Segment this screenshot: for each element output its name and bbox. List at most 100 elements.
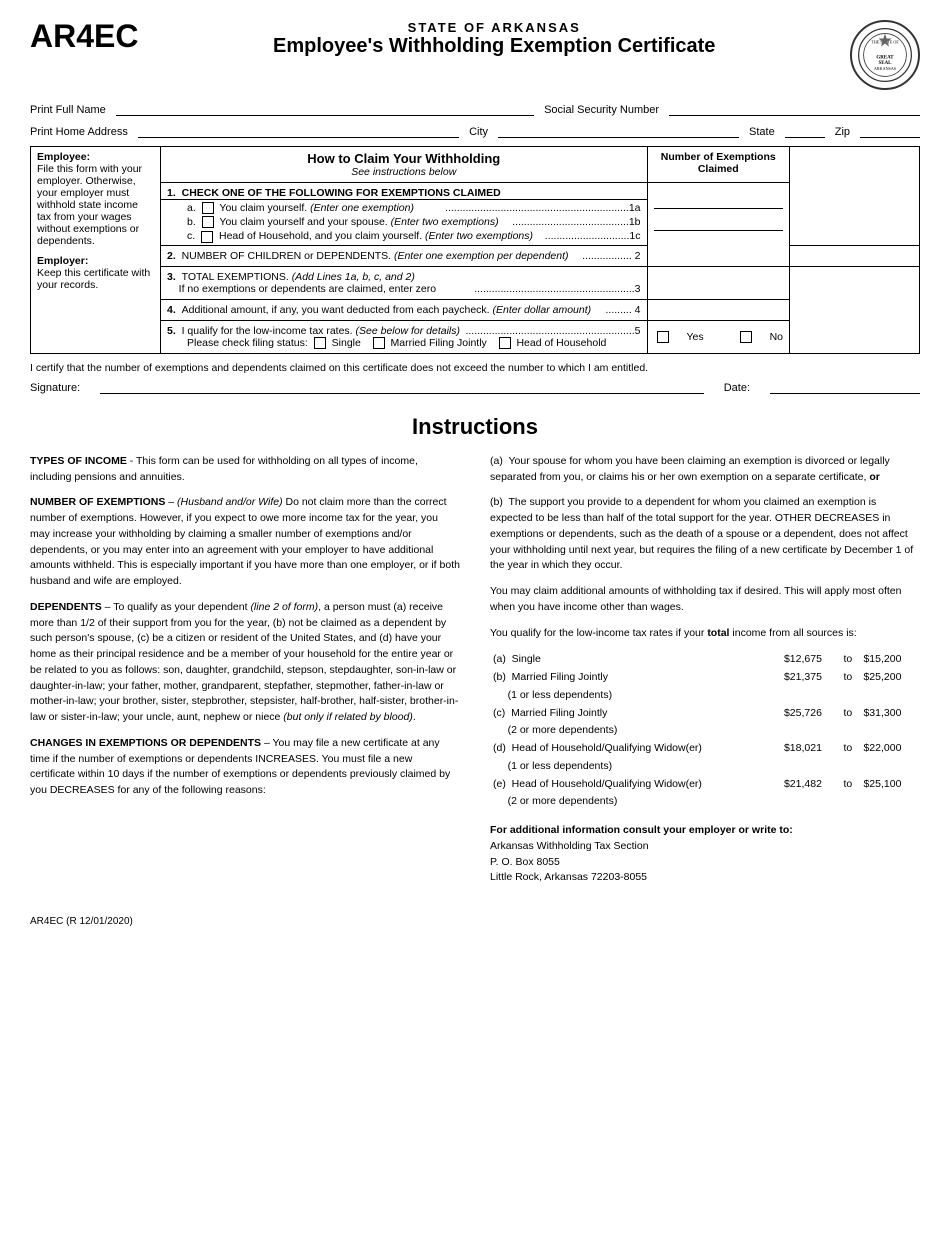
item2-italic: (Enter one exemption per dependent) xyxy=(394,250,569,262)
item1a-row: a. You claim yourself. (Enter one exempt… xyxy=(187,202,641,214)
income-to-d: to xyxy=(840,740,860,758)
income-from-e: $21,482 xyxy=(781,776,841,794)
contact-info: For additional information consult your … xyxy=(490,823,920,886)
date-field[interactable] xyxy=(770,378,920,394)
item1-header: 1. CHECK ONE OF THE FOLLOWING FOR EXEMPT… xyxy=(161,183,648,200)
svg-text:SEAL: SEAL xyxy=(879,61,893,66)
checkbox-yes[interactable] xyxy=(657,331,669,343)
yes-no-row: Yes No xyxy=(654,331,784,343)
checkbox-1c[interactable] xyxy=(201,231,213,243)
income-label-b2: (1 or less dependents) xyxy=(490,687,920,705)
contact-bold: For additional information consult your … xyxy=(490,824,793,836)
zip-field[interactable] xyxy=(860,122,920,138)
address-label: Print Home Address xyxy=(30,126,128,138)
income-row-d2: (1 or less dependents) xyxy=(490,758,920,776)
state-field[interactable] xyxy=(785,122,825,138)
income-from-d: $18,021 xyxy=(781,740,841,758)
dependents-italic2: (but only if related by blood) xyxy=(283,711,413,723)
income-end-b: $25,200 xyxy=(860,669,920,687)
exemption-1c-value[interactable] xyxy=(654,231,784,253)
types-of-income-para: TYPES OF INCOME - This form can be used … xyxy=(30,454,460,486)
checkbox-married[interactable] xyxy=(373,337,385,349)
contact-line3: Little Rock, Arkansas 72203-8055 xyxy=(490,871,647,883)
income-row-e: (e) Head of Household/Qualifying Widow(e… xyxy=(490,776,920,794)
dependents-heading: DEPENDENTS xyxy=(30,601,102,613)
income-row-c: (c) Married Filing Jointly $25,726 to $3… xyxy=(490,705,920,723)
item2-number: 2. xyxy=(167,250,176,262)
contact-line1: Arkansas Withholding Tax Section xyxy=(490,840,649,852)
income-to-a: to xyxy=(840,651,860,669)
changes-heading: CHANGES IN EXEMPTIONS OR DEPENDENTS xyxy=(30,737,261,749)
instructions-title: Instructions xyxy=(30,414,920,440)
item3-italic: (Add Lines 1a, b, c, and 2) xyxy=(292,271,415,283)
main-title: Employee's Withholding Exemption Certifi… xyxy=(148,35,840,58)
item3-ref: ........................................… xyxy=(474,283,640,295)
item2-row: 2. NUMBER OF CHILDREN or DEPENDENTS. (En… xyxy=(161,245,648,266)
city-field[interactable] xyxy=(498,122,739,138)
right-additional-para: You may claim additional amounts of with… xyxy=(490,584,920,616)
exemptions-header: Number of Exemptions Claimed xyxy=(661,151,776,175)
page-header: AR4EC STATE OF ARKANSAS Employee's Withh… xyxy=(30,20,920,90)
how-to-subtitle: See instructions below xyxy=(167,166,641,178)
income-label-a: (a) Single xyxy=(490,651,781,669)
dependents-para: DEPENDENTS – To qualify as your dependen… xyxy=(30,600,460,726)
income-from-a: $12,675 xyxy=(781,651,841,669)
checkbox-hoh[interactable] xyxy=(499,337,511,349)
changes-para: CHANGES IN EXEMPTIONS OR DEPENDENTS – Yo… xyxy=(30,736,460,799)
exemption-1b-value[interactable] xyxy=(654,209,784,231)
checkbox-1b[interactable] xyxy=(202,216,214,228)
item4-italic: (Enter dollar amount) xyxy=(493,304,592,316)
ssn-field[interactable] xyxy=(669,100,920,116)
dependents-italic: (line 2 of form) xyxy=(250,601,318,613)
item1b-italic: (Enter two exemptions) xyxy=(391,216,499,228)
certify-text: I certify that the number of exemptions … xyxy=(30,362,920,374)
item1-text: CHECK ONE OF THE FOLLOWING FOR EXEMPTION… xyxy=(182,187,501,199)
exemption-2-cell[interactable] xyxy=(790,245,920,266)
employer-body: Keep this certificate with your records. xyxy=(37,267,150,291)
right-qualify-para: You qualify for the low-income tax rates… xyxy=(490,626,920,642)
item3-number: 3. xyxy=(167,271,176,283)
income-end-d: $22,000 xyxy=(860,740,920,758)
item2-ref: ................. 2 xyxy=(582,250,640,262)
checkbox-single[interactable] xyxy=(314,337,326,349)
exemption-4-cell[interactable] xyxy=(647,299,790,320)
state-label: State xyxy=(749,126,775,138)
number-exemptions-italic: (Husband and/or Wife) xyxy=(177,496,283,508)
number-of-exemptions-para: NUMBER OF EXEMPTIONS – (Husband and/or W… xyxy=(30,495,460,590)
total-bold: total xyxy=(707,627,729,639)
instructions-section: Instructions TYPES OF INCOME - This form… xyxy=(30,414,920,896)
income-to-b: to xyxy=(840,669,860,687)
filing-status-label: Please check filing status: Single Marri… xyxy=(187,337,606,349)
income-row-a: (a) Single $12,675 to $15,200 xyxy=(490,651,920,669)
income-label-b: (b) Married Filing Jointly xyxy=(490,669,781,687)
item4-row: 4. Additional amount, if any, you want d… xyxy=(161,299,648,320)
income-from-b: $21,375 xyxy=(781,669,841,687)
checkbox-1a[interactable] xyxy=(202,202,214,214)
exemptions-header-cell: Number of Exemptions Claimed xyxy=(647,147,790,183)
item1b-ref: ........................................… xyxy=(512,216,640,228)
address-field[interactable] xyxy=(138,122,459,138)
income-row-b: (b) Married Filing Jointly $21,375 to $2… xyxy=(490,669,920,687)
income-label-c2: (2 or more dependents) xyxy=(490,722,920,740)
contact-line2: P. O. Box 8055 xyxy=(490,856,560,868)
footer: AR4EC (R 12/01/2020) xyxy=(30,916,920,927)
signature-field[interactable] xyxy=(100,378,704,394)
income-label-e2: (2 or more dependents) xyxy=(490,793,920,811)
signature-row: Signature: Date: xyxy=(30,378,920,394)
income-to-c: to xyxy=(840,705,860,723)
exemption-3-cell[interactable] xyxy=(647,266,790,299)
item1c-italic: (Enter two exemptions) xyxy=(425,230,533,242)
signature-label: Signature: xyxy=(30,382,80,394)
item4-ref: ......... 4 xyxy=(605,304,640,316)
item1c-ref: .............................1c xyxy=(545,230,641,242)
instructions-right-col: (a) Your spouse for whom you have been c… xyxy=(490,454,920,896)
employee-body: File this form with your employer. Other… xyxy=(37,163,142,247)
exemption-1a-value[interactable] xyxy=(654,187,784,209)
checkbox-no[interactable] xyxy=(740,331,752,343)
certify-statement: I certify that the number of exemptions … xyxy=(30,362,648,374)
right-para-a: (a) Your spouse for whom you have been c… xyxy=(490,454,920,486)
how-to-header-cell: How to Claim Your Withholding See instru… xyxy=(161,147,648,183)
income-label-d2: (1 or less dependents) xyxy=(490,758,920,776)
full-name-label: Print Full Name xyxy=(30,104,106,116)
full-name-field[interactable] xyxy=(116,100,534,116)
